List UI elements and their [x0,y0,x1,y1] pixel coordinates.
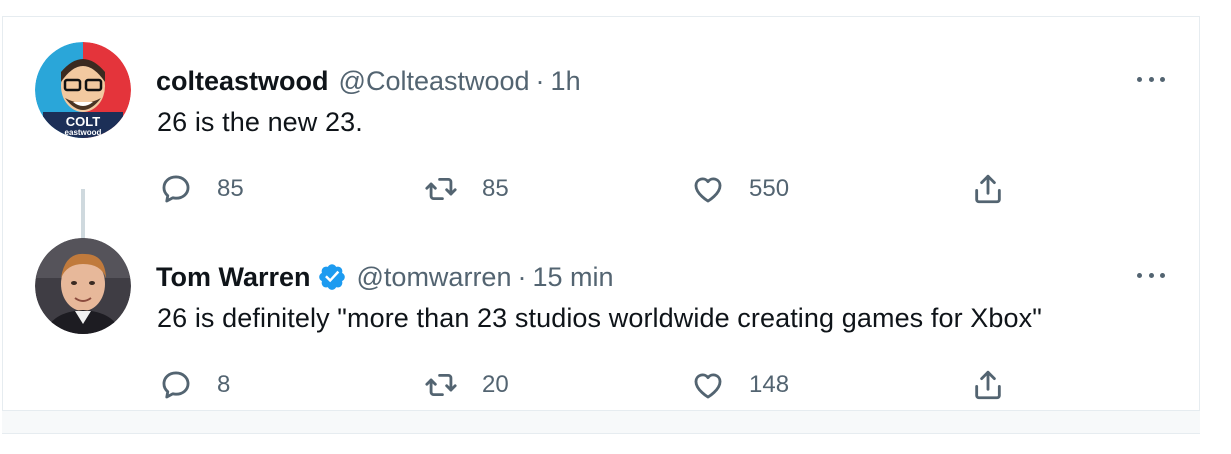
handle[interactable]: @tomwarren [357,262,512,293]
share-button[interactable] [971,363,1005,407]
tweet[interactable]: COLT eastwood colteastwood @Colteastwood… [3,39,1201,265]
avatar-logo-text: COLT [66,114,100,129]
reply-icon [162,175,190,203]
reply-button[interactable]: 85 [159,167,244,211]
more-dots-icon[interactable] [1133,69,1169,89]
retweet-button[interactable]: 85 [424,167,509,211]
user-photo-avatar [35,238,131,334]
avatar-logo-subtext: eastwood [65,128,102,137]
tweet-thread-view: COLT eastwood colteastwood @Colteastwood… [0,0,1231,454]
like-button[interactable]: 148 [691,363,789,407]
like-count: 550 [749,175,790,202]
retweet-count: 85 [482,175,509,202]
heart-icon [694,177,722,203]
tweet-actions: 8 20 148 [3,363,1201,407]
retweet-icon [425,177,457,201]
reply-icon [162,371,190,399]
tweet-header: Tom Warren @tomwarren · 15 min [156,261,614,293]
display-name[interactable]: Tom Warren [156,262,311,293]
colt-eastwood-logo-avatar: COLT eastwood [35,42,131,138]
tweet-actions: 85 85 550 [3,167,1201,211]
tweet[interactable]: Tom Warren @tomwarren · 15 min 26 is def… [3,235,1201,425]
retweet-button[interactable]: 20 [424,363,509,407]
reply-count: 8 [217,371,231,398]
avatar[interactable] [35,238,131,334]
retweet-count: 20 [482,371,509,398]
more-dots-icon[interactable] [1133,265,1169,285]
heart-icon [694,373,722,399]
separator: · [535,65,545,96]
timestamp[interactable]: 15 min [532,262,613,293]
like-button[interactable]: 550 [691,167,789,211]
tweet-header: colteastwood @Colteastwood · 1h [156,65,581,97]
section-divider [2,410,1200,434]
conversation-card: COLT eastwood colteastwood @Colteastwood… [2,16,1200,411]
share-button[interactable] [971,167,1005,211]
separator: · [517,261,527,292]
tweet-text: 26 is definitely "more than 23 studios w… [157,303,1042,333]
share-icon [975,174,1001,204]
avatar[interactable]: COLT eastwood [35,42,131,138]
like-count: 148 [749,371,790,398]
timestamp[interactable]: 1h [551,66,581,97]
verified-badge-icon [318,264,345,290]
reply-button[interactable]: 8 [159,363,230,407]
share-icon [975,370,1001,400]
tweet-text: 26 is the new 23. [157,107,363,137]
handle[interactable]: @Colteastwood [339,66,530,97]
retweet-icon [425,373,457,397]
reply-count: 85 [217,175,244,202]
display-name[interactable]: colteastwood [156,66,329,97]
